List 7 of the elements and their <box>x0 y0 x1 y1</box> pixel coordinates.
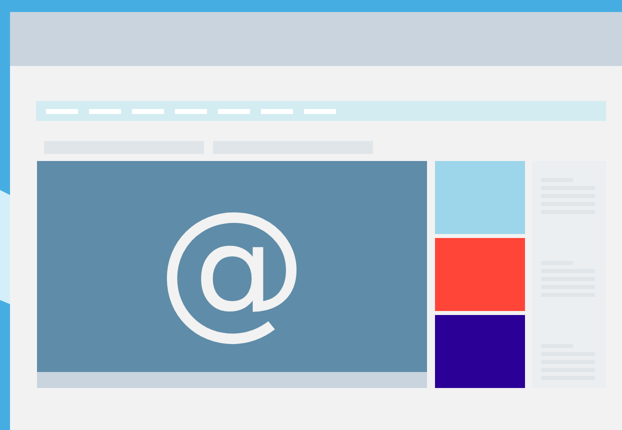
nav-placeholder <box>218 108 250 114</box>
nav-placeholder <box>175 108 207 114</box>
nav-placeholder <box>261 108 293 114</box>
nav-placeholder <box>46 108 78 114</box>
nav-placeholder <box>132 108 164 114</box>
nav-placeholder <box>89 108 121 114</box>
nav-placeholder <box>304 108 336 114</box>
